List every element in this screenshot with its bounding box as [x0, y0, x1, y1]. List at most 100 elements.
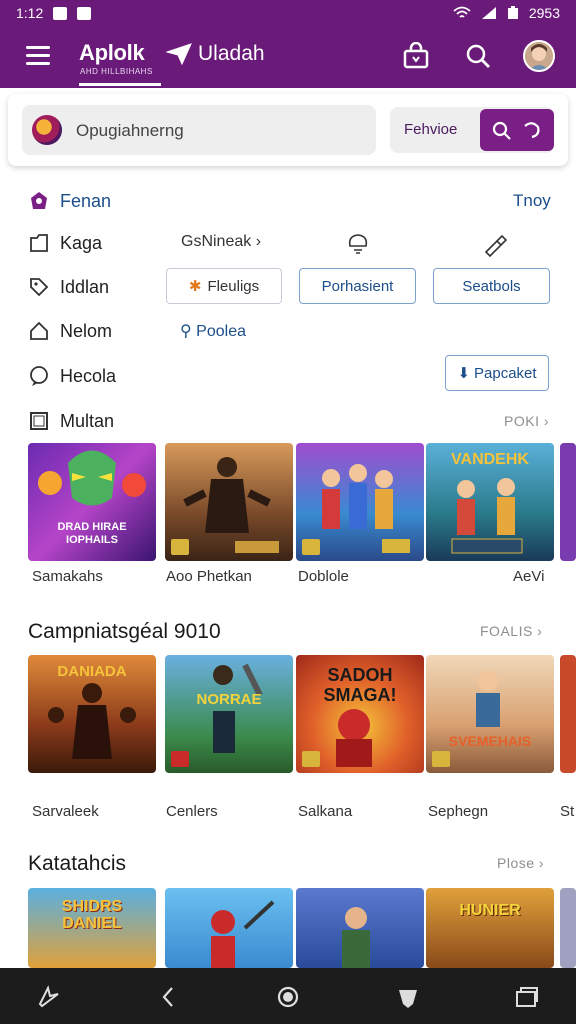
poster-title: HUNIER: [459, 902, 521, 919]
search-icon: [492, 121, 511, 140]
game-card[interactable]: NORRAE: [165, 655, 293, 773]
game-card[interactable]: DANIADA: [28, 655, 156, 773]
see-all-label: FOALIS: [480, 623, 533, 639]
list-item-label: Iddlan: [60, 276, 110, 297]
card-caption: AeVi: [513, 568, 545, 585]
chip-label: Papcaket: [474, 364, 537, 382]
card-caption: Aoo Phetkan: [166, 568, 252, 585]
list-item-label: Hecola: [60, 365, 117, 386]
poster-title: SADOH SMAGA!: [323, 665, 397, 705]
card-caption: Doblole: [298, 568, 349, 585]
game-card[interactable]: DRAD HIRAE IOPHAILS: [28, 443, 156, 561]
app-logo-icon: [32, 115, 62, 145]
list-item-nelom[interactable]: Nelom: [28, 316, 112, 346]
status-battery-text: 2953: [528, 5, 560, 21]
game-card-partial[interactable]: [560, 443, 576, 561]
brand-title[interactable]: Aplolk: [79, 40, 145, 66]
see-all-label: Plose: [497, 855, 535, 871]
app-bar: Aplolk AHD HILLBIHAHS Uladah: [0, 26, 576, 88]
search-filter-button[interactable]: [480, 109, 554, 151]
game-card[interactable]: HUNIER: [426, 888, 554, 968]
card-caption: St: [560, 803, 575, 820]
chip-porhasient[interactable]: Porhasient: [299, 268, 416, 304]
status-bar: 1:12 2953: [0, 0, 576, 26]
game-card-partial[interactable]: [560, 888, 576, 968]
see-all-link[interactable]: POKI ›: [504, 413, 549, 429]
status-time: 1:12: [16, 5, 44, 21]
poster-title: SHIDRS DANIEL: [61, 898, 123, 932]
poolea-label: Poolea: [196, 323, 246, 340]
download-icon: ⬇: [457, 365, 471, 382]
papcaket-button[interactable]: ⬇ Papcaket: [445, 355, 549, 391]
edit-tool-icon[interactable]: [481, 230, 509, 258]
search-placeholder: Opugiahnerng: [76, 121, 184, 140]
window-icon: [30, 412, 48, 430]
message-icon: [77, 6, 92, 20]
brand-secondary: Uladah: [198, 42, 265, 65]
kaga-link-label: GsNineak: [181, 233, 252, 250]
list-item-kaga[interactable]: Kaga: [28, 228, 102, 258]
rating-badge: [171, 751, 189, 767]
refresh-icon: [524, 122, 540, 139]
tag-icon: [30, 278, 49, 297]
filter-control[interactable]: Fehvioe: [390, 107, 554, 153]
game-card[interactable]: SVEMEHAIS: [426, 655, 554, 773]
section-title: Campniatsgéal 9010: [28, 620, 221, 643]
shield-icon[interactable]: [395, 984, 421, 1010]
star-icon: ✱: [188, 278, 202, 295]
game-card[interactable]: [165, 888, 293, 968]
list-item-iddlan[interactable]: Iddlan: [28, 272, 109, 302]
list-item-label: Nelom: [60, 320, 113, 341]
rating-badge: [302, 751, 320, 767]
pin-icon: ⚲: [180, 323, 192, 340]
back-icon[interactable]: [156, 984, 182, 1010]
system-nav-bar: [0, 968, 576, 1024]
chip-label: Fleuligs: [207, 277, 260, 295]
list-item-multan[interactable]: Multan: [28, 406, 114, 436]
notification-icon: [53, 6, 68, 20]
section-title: Katatahcis: [28, 852, 127, 875]
avatar[interactable]: [523, 40, 555, 72]
home-button-icon[interactable]: [275, 984, 301, 1010]
list-item-fenan[interactable]: Fenan: [28, 186, 111, 216]
recent-apps-icon[interactable]: [514, 984, 540, 1010]
today-link[interactable]: Tnoy: [513, 191, 551, 211]
folder-icon: [30, 234, 48, 252]
see-all-link[interactable]: FOALIS ›: [480, 623, 542, 639]
see-all-link[interactable]: Plose ›: [497, 855, 544, 871]
chip-seatbols[interactable]: Seatbols: [433, 268, 550, 304]
game-card[interactable]: VANDEHK: [426, 443, 554, 561]
game-card[interactable]: SHIDRS DANIEL: [28, 888, 156, 968]
list-item-hecola[interactable]: Hecola: [28, 361, 116, 391]
chat-icon: [30, 366, 48, 386]
game-card[interactable]: SADOH SMAGA!: [296, 655, 424, 773]
list-item-label: Fenan: [60, 190, 112, 211]
game-card[interactable]: [296, 443, 424, 561]
kaga-link[interactable]: GsNineak ›: [181, 233, 261, 251]
filter-label: Fehvioe: [404, 121, 458, 138]
game-card[interactable]: [165, 443, 293, 561]
poster-title: NORRAE: [196, 691, 262, 708]
search-card: Opugiahnerng Fehvioe: [8, 94, 568, 166]
list-item-label: Kaga: [60, 232, 103, 253]
accessibility-icon[interactable]: [36, 984, 62, 1010]
poster-title: SVEMEHAIS: [448, 733, 532, 749]
ranger-illustration: [342, 907, 370, 968]
game-card[interactable]: [296, 888, 424, 968]
poster-title: VANDEHK: [451, 451, 529, 468]
wifi-icon: [453, 6, 471, 18]
search-input[interactable]: Opugiahnerng: [22, 105, 376, 155]
game-card-partial[interactable]: [560, 655, 576, 773]
menu-icon[interactable]: [26, 46, 50, 66]
see-all-label: POKI: [504, 413, 540, 429]
poster-title: DANIADA: [57, 663, 127, 680]
search-icon[interactable]: [464, 42, 492, 70]
shop-bag-icon[interactable]: [402, 42, 430, 70]
lamp-icon[interactable]: [344, 230, 372, 258]
poolea-link[interactable]: ⚲ Poolea: [180, 321, 246, 341]
brand-underline: [79, 83, 161, 86]
brand-subtitle: AHD HILLBIHAHS: [80, 67, 153, 76]
poster-title: DRAD HIRAE IOPHAILS: [57, 521, 127, 546]
chip-fleuligs[interactable]: ✱ Fleuligs: [166, 268, 282, 304]
card-caption: Sarvaleek: [32, 803, 99, 820]
